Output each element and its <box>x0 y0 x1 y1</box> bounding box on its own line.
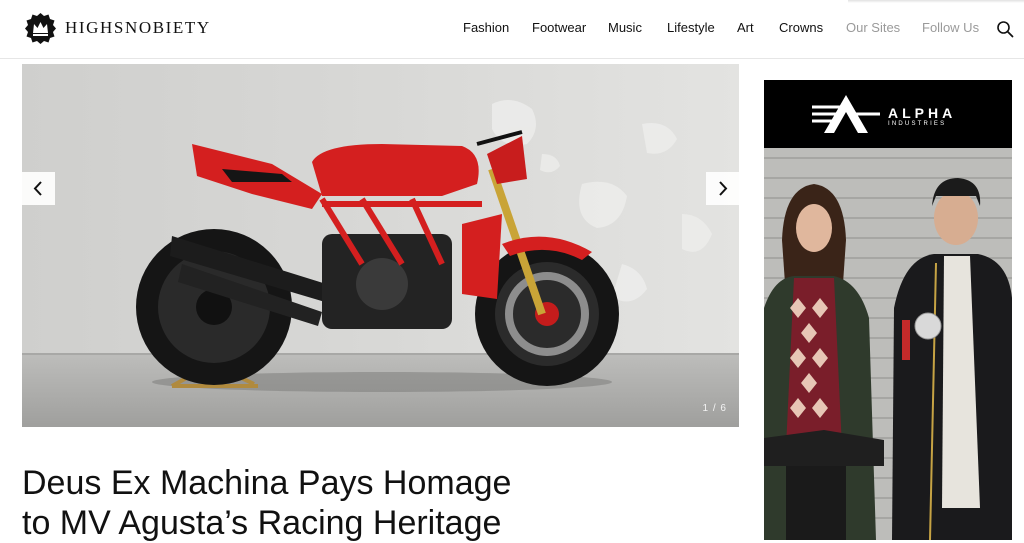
hero-image <box>22 64 739 427</box>
hero-slider[interactable]: 1 / 6 <box>22 64 739 427</box>
nav-item-fashion[interactable]: Fashion <box>463 20 509 35</box>
nav-item-footwear[interactable]: Footwear <box>532 20 586 35</box>
nav-item-art[interactable]: Art <box>737 20 754 35</box>
headline-line-1: Deus Ex Machina Pays Homage <box>22 464 512 502</box>
ad-banner: ALPHA INDUSTRIES <box>764 80 1012 148</box>
search-icon[interactable] <box>996 20 1014 38</box>
ad-brand-name: ALPHA <box>888 105 957 121</box>
ad-brand-sub: INDUSTRIES <box>888 121 947 127</box>
nav-item-crowns[interactable]: Crowns <box>779 20 823 35</box>
site-header: HIGHSNOBIETY Fashion Footwear Music Life… <box>0 0 1024 59</box>
nav-item-music[interactable]: Music <box>608 20 642 35</box>
ad-photo <box>764 148 1012 540</box>
slider-next-button[interactable] <box>706 172 739 205</box>
nav-item-our-sites[interactable]: Our Sites <box>846 20 900 35</box>
nav-item-lifestyle[interactable]: Lifestyle <box>667 20 715 35</box>
article-headline[interactable]: Deus Ex Machina Pays Homage to MV Agusta… <box>22 463 582 543</box>
site-logo-text[interactable]: HIGHSNOBIETY <box>65 18 211 38</box>
slider-prev-button[interactable] <box>22 172 55 205</box>
chevron-right-icon <box>719 181 728 196</box>
crown-logo-icon[interactable] <box>24 12 57 45</box>
headline-line-2: to MV Agusta’s Racing Heritage <box>22 504 502 542</box>
alpha-industries-ad[interactable]: ALPHA INDUSTRIES <box>764 80 1012 540</box>
alpha-logo-icon <box>812 95 880 133</box>
slide-counter: 1 / 6 <box>702 403 727 414</box>
nav-item-follow-us[interactable]: Follow Us <box>922 20 979 35</box>
chevron-left-icon <box>33 181 42 196</box>
dropdown-shadow <box>848 0 1024 3</box>
